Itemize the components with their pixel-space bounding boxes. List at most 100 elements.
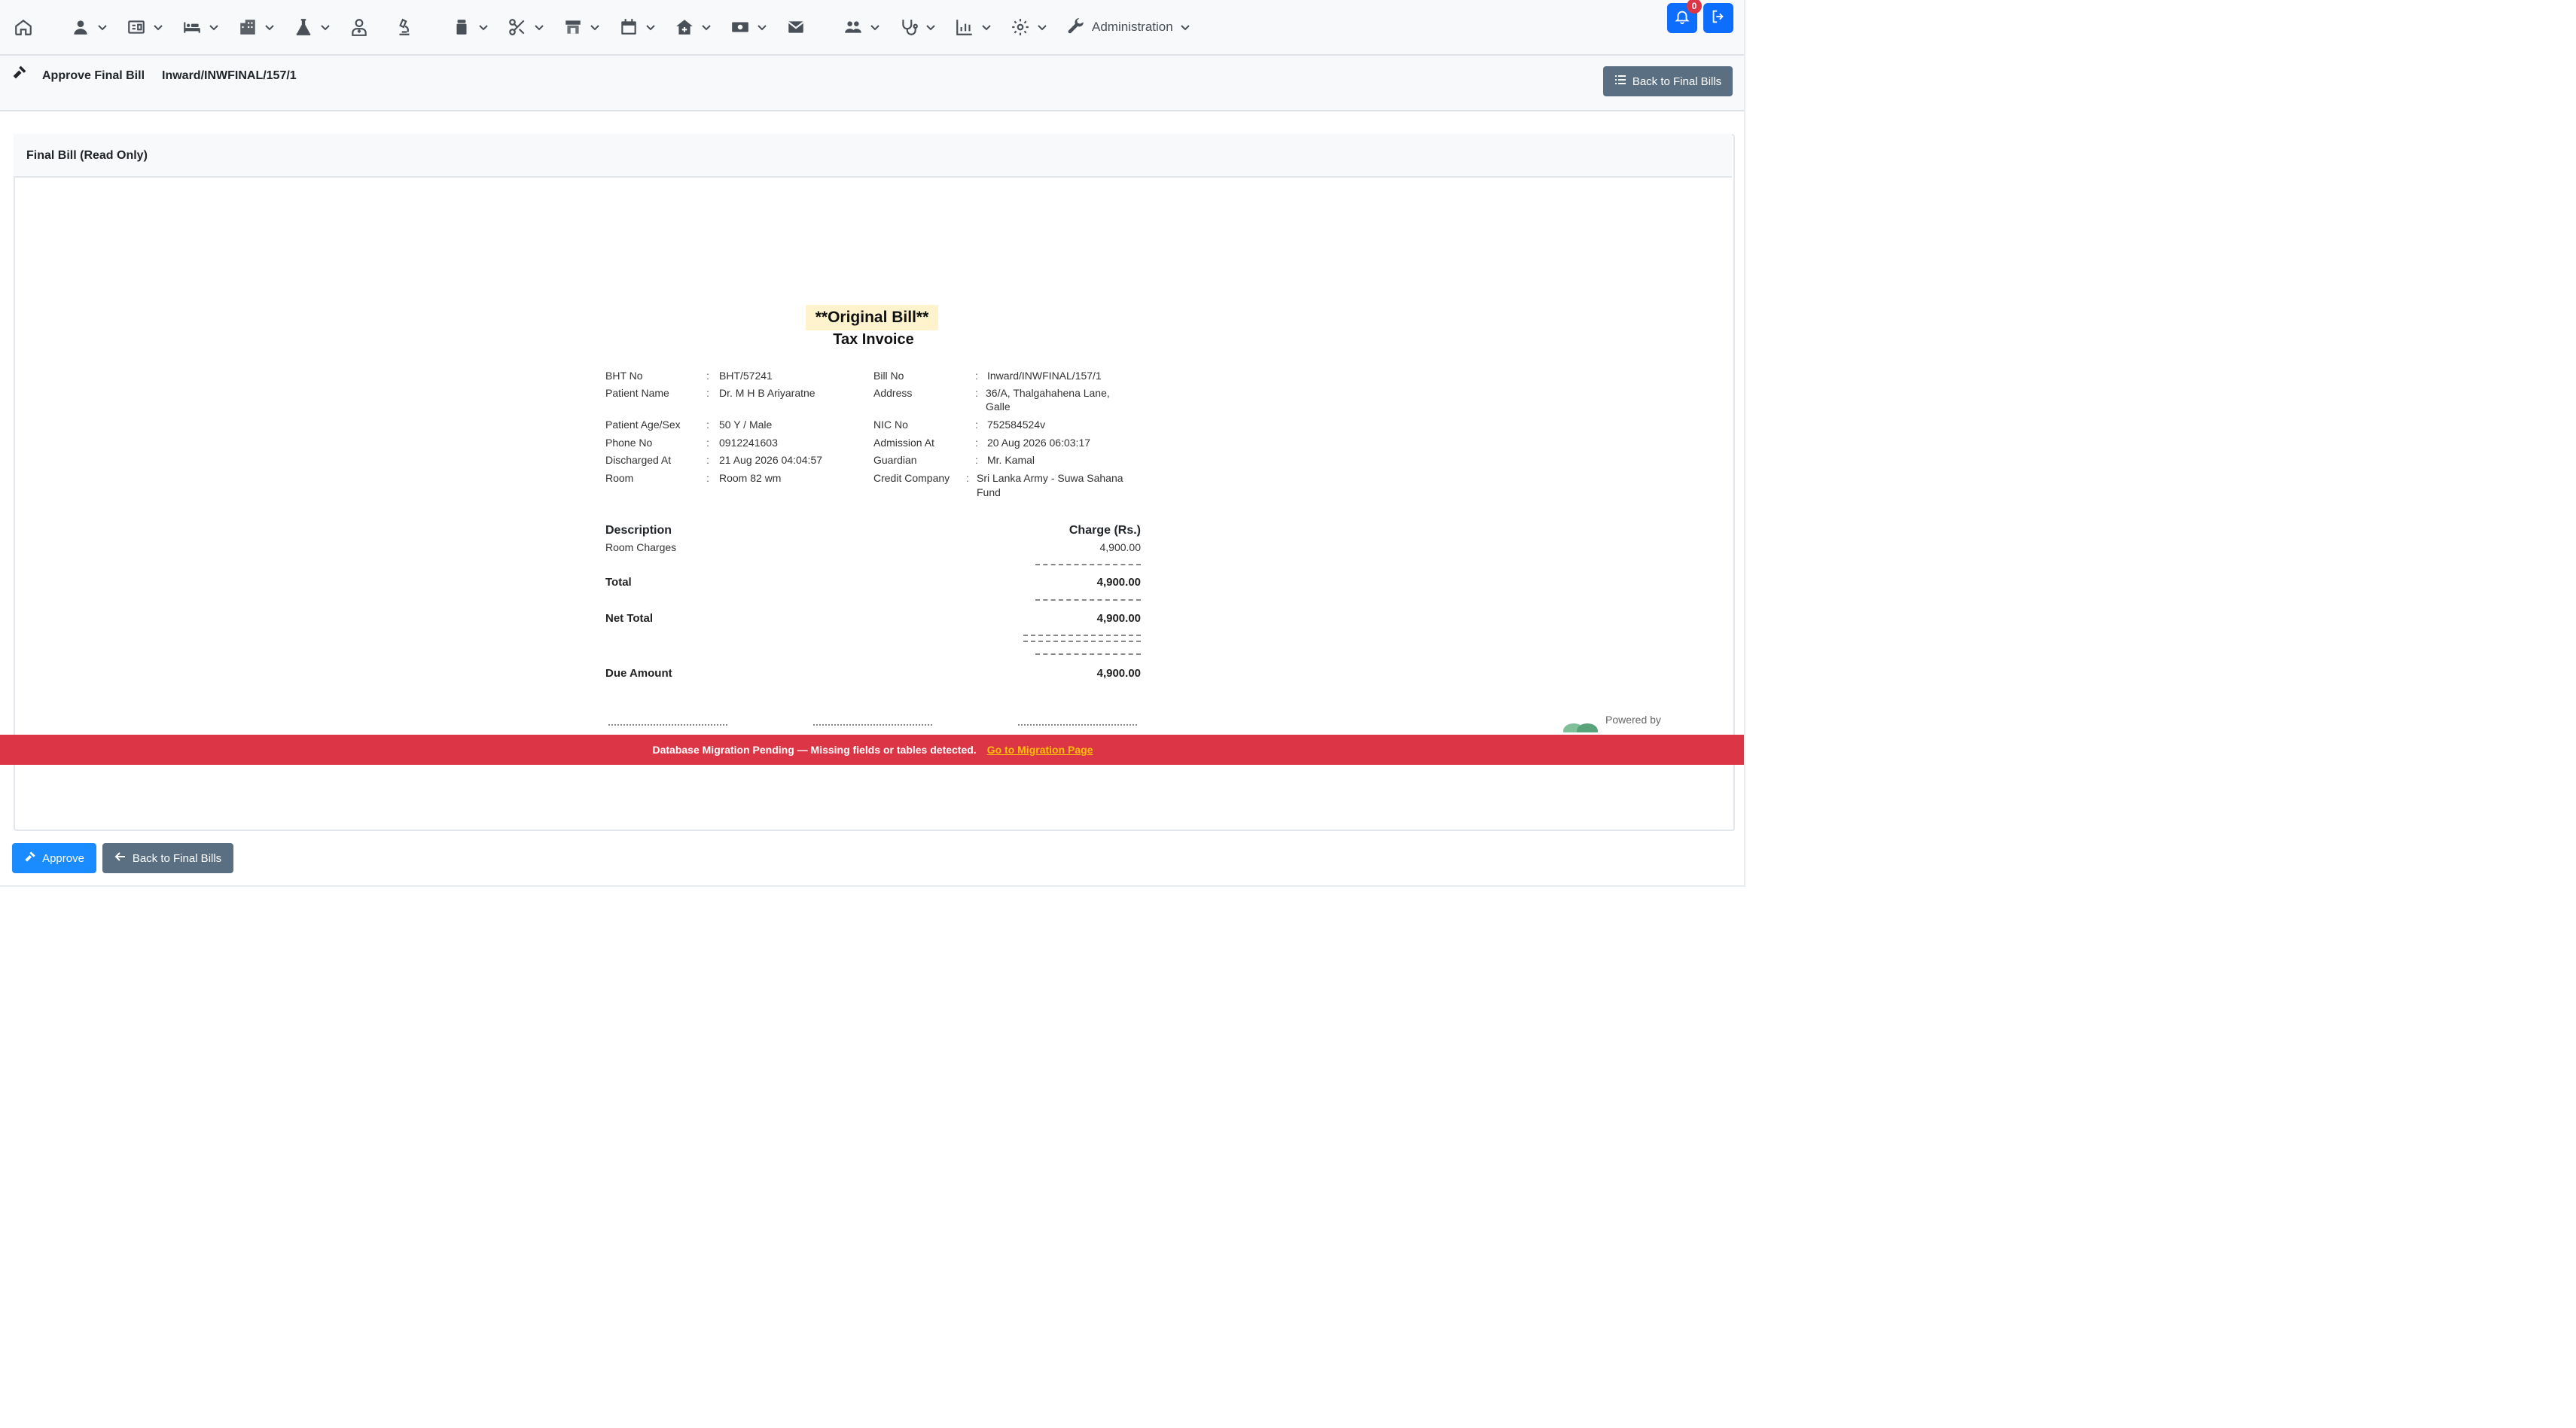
- net-total-label: Net Total: [605, 612, 654, 625]
- separator-line: [1035, 564, 1141, 565]
- nav-pharmacy-menu[interactable]: [447, 0, 494, 54]
- house-medical-icon: [675, 17, 694, 37]
- net-total-value: 4,900.00: [1096, 612, 1141, 625]
- stethoscope-icon: [899, 17, 919, 37]
- signature-line: [1018, 724, 1137, 726]
- nav-administration-menu[interactable]: Administration: [1062, 0, 1196, 54]
- gavel-icon: [12, 65, 27, 80]
- colon: :: [706, 454, 709, 466]
- colon: :: [706, 437, 709, 449]
- migration-page-link[interactable]: Go to Migration Page: [987, 744, 1093, 756]
- bht-no-label: BHT No: [605, 370, 643, 382]
- notifications-button[interactable]: 0: [1667, 0, 1702, 33]
- discharged-at-value: 21 Aug 2026 04:04:57: [719, 454, 823, 466]
- nav-home[interactable]: [9, 0, 38, 54]
- nav-lab-menu[interactable]: [289, 0, 336, 54]
- chevron-down-icon: [319, 21, 331, 33]
- address-value-line1: 36/A, Thalgahahena Lane,: [986, 387, 1110, 399]
- separator-line: [1035, 653, 1141, 655]
- store-icon: [563, 17, 583, 37]
- back-button-label: Back to Final Bills: [132, 851, 222, 865]
- gear-icon: [1011, 17, 1030, 37]
- chart-bar-icon: [955, 17, 974, 37]
- approve-button[interactable]: Approve: [12, 843, 96, 873]
- credit-company-label: Credit Company: [873, 472, 950, 484]
- room-label: Room: [605, 472, 634, 484]
- administration-label: Administration: [1092, 20, 1173, 34]
- due-amount-value: 4,900.00: [1096, 667, 1141, 680]
- logout-icon: [1710, 8, 1727, 29]
- gavel-icon: [24, 851, 36, 866]
- colon: :: [706, 472, 709, 484]
- page-header: [0, 56, 1745, 111]
- user-icon: [71, 17, 90, 37]
- header-bill-number: Inward/INWFINAL/157/1: [162, 69, 297, 82]
- migration-message: Database Migration Pending — Missing fie…: [652, 744, 977, 756]
- company-logo-icon: [1562, 719, 1601, 732]
- nav-payments-menu[interactable]: [726, 0, 773, 54]
- signature-line: [608, 724, 727, 726]
- signature-line: [813, 724, 932, 726]
- migration-warning-banner: Database Migration Pending — Missing fie…: [0, 735, 1745, 765]
- address-value-line2: Galle: [986, 400, 1011, 413]
- nav-hr-menu[interactable]: [839, 0, 886, 54]
- nav-store-menu[interactable]: [559, 0, 605, 54]
- address-label: Address: [873, 387, 913, 399]
- back-button-label: Back to Final Bills: [1632, 75, 1722, 88]
- nav-home-care-menu[interactable]: [670, 0, 717, 54]
- chevron-down-icon: [589, 21, 601, 33]
- tax-invoice-heading: Tax Invoice: [833, 331, 914, 348]
- bht-no-value: BHT/57241: [719, 370, 773, 382]
- colon: :: [966, 472, 969, 484]
- description-header: Description: [605, 524, 672, 537]
- admission-at-label: Admission At: [873, 437, 934, 449]
- logout-button[interactable]: [1703, 3, 1733, 33]
- notification-count-badge: 0: [1687, 0, 1702, 14]
- page-frame-bottom: [0, 885, 1745, 887]
- microscope-icon: [395, 17, 414, 37]
- nav-opd-menu[interactable]: [122, 0, 169, 54]
- users-icon: [843, 17, 863, 37]
- powered-by-text: Powered by: [1605, 714, 1661, 726]
- colon: :: [975, 387, 978, 399]
- bill-no-label: Bill No: [873, 370, 904, 382]
- back-to-final-bills-button-top[interactable]: Back to Final Bills: [1603, 66, 1733, 96]
- nav-settings-menu[interactable]: [1006, 0, 1053, 54]
- chevron-down-icon: [208, 21, 220, 33]
- discharged-at-label: Discharged At: [605, 454, 672, 466]
- nav-inward-menu[interactable]: [178, 0, 224, 54]
- chevron-down-icon: [645, 21, 657, 33]
- nav-clinic-menu[interactable]: [895, 0, 941, 54]
- id-card-icon: [127, 17, 146, 37]
- nav-messages[interactable]: [782, 0, 810, 54]
- chevron-down-icon: [1179, 21, 1191, 33]
- nav-reports-menu[interactable]: [950, 0, 997, 54]
- nav-microscope[interactable]: [390, 0, 419, 54]
- chevron-down-icon: [96, 21, 108, 33]
- nav-appointment-menu[interactable]: [614, 0, 661, 54]
- home-icon: [14, 17, 33, 37]
- wrench-icon: [1066, 17, 1086, 37]
- nav-doctor[interactable]: [345, 0, 373, 54]
- chevron-down-icon: [533, 21, 545, 33]
- chevron-down-icon: [477, 21, 489, 33]
- admission-at-value: 20 Aug 2026 06:03:17: [987, 437, 1091, 449]
- double-separator-line: [1023, 635, 1141, 642]
- arrow-left-icon: [114, 851, 127, 866]
- credit-company-value-line1: Sri Lanka Army - Suwa Sahana: [977, 472, 1123, 484]
- back-to-final-bills-button[interactable]: Back to Final Bills: [102, 843, 233, 873]
- doctor-icon: [349, 17, 369, 37]
- colon: :: [975, 370, 978, 382]
- charge-header: Charge (Rs.): [1069, 524, 1141, 537]
- approve-button-label: Approve: [42, 851, 84, 865]
- flask-icon: [294, 17, 313, 37]
- nav-theatre-menu[interactable]: [503, 0, 550, 54]
- nav-patient-menu[interactable]: [66, 0, 113, 54]
- room-value: Room 82 wm: [719, 472, 782, 484]
- page-frame-right: [1744, 0, 1745, 885]
- card-header: [14, 134, 1732, 178]
- nav-hospital-menu[interactable]: [233, 0, 280, 54]
- nic-no-label: NIC No: [873, 419, 908, 431]
- total-value: 4,900.00: [1096, 576, 1141, 589]
- guardian-value: Mr. Kamal: [987, 454, 1035, 466]
